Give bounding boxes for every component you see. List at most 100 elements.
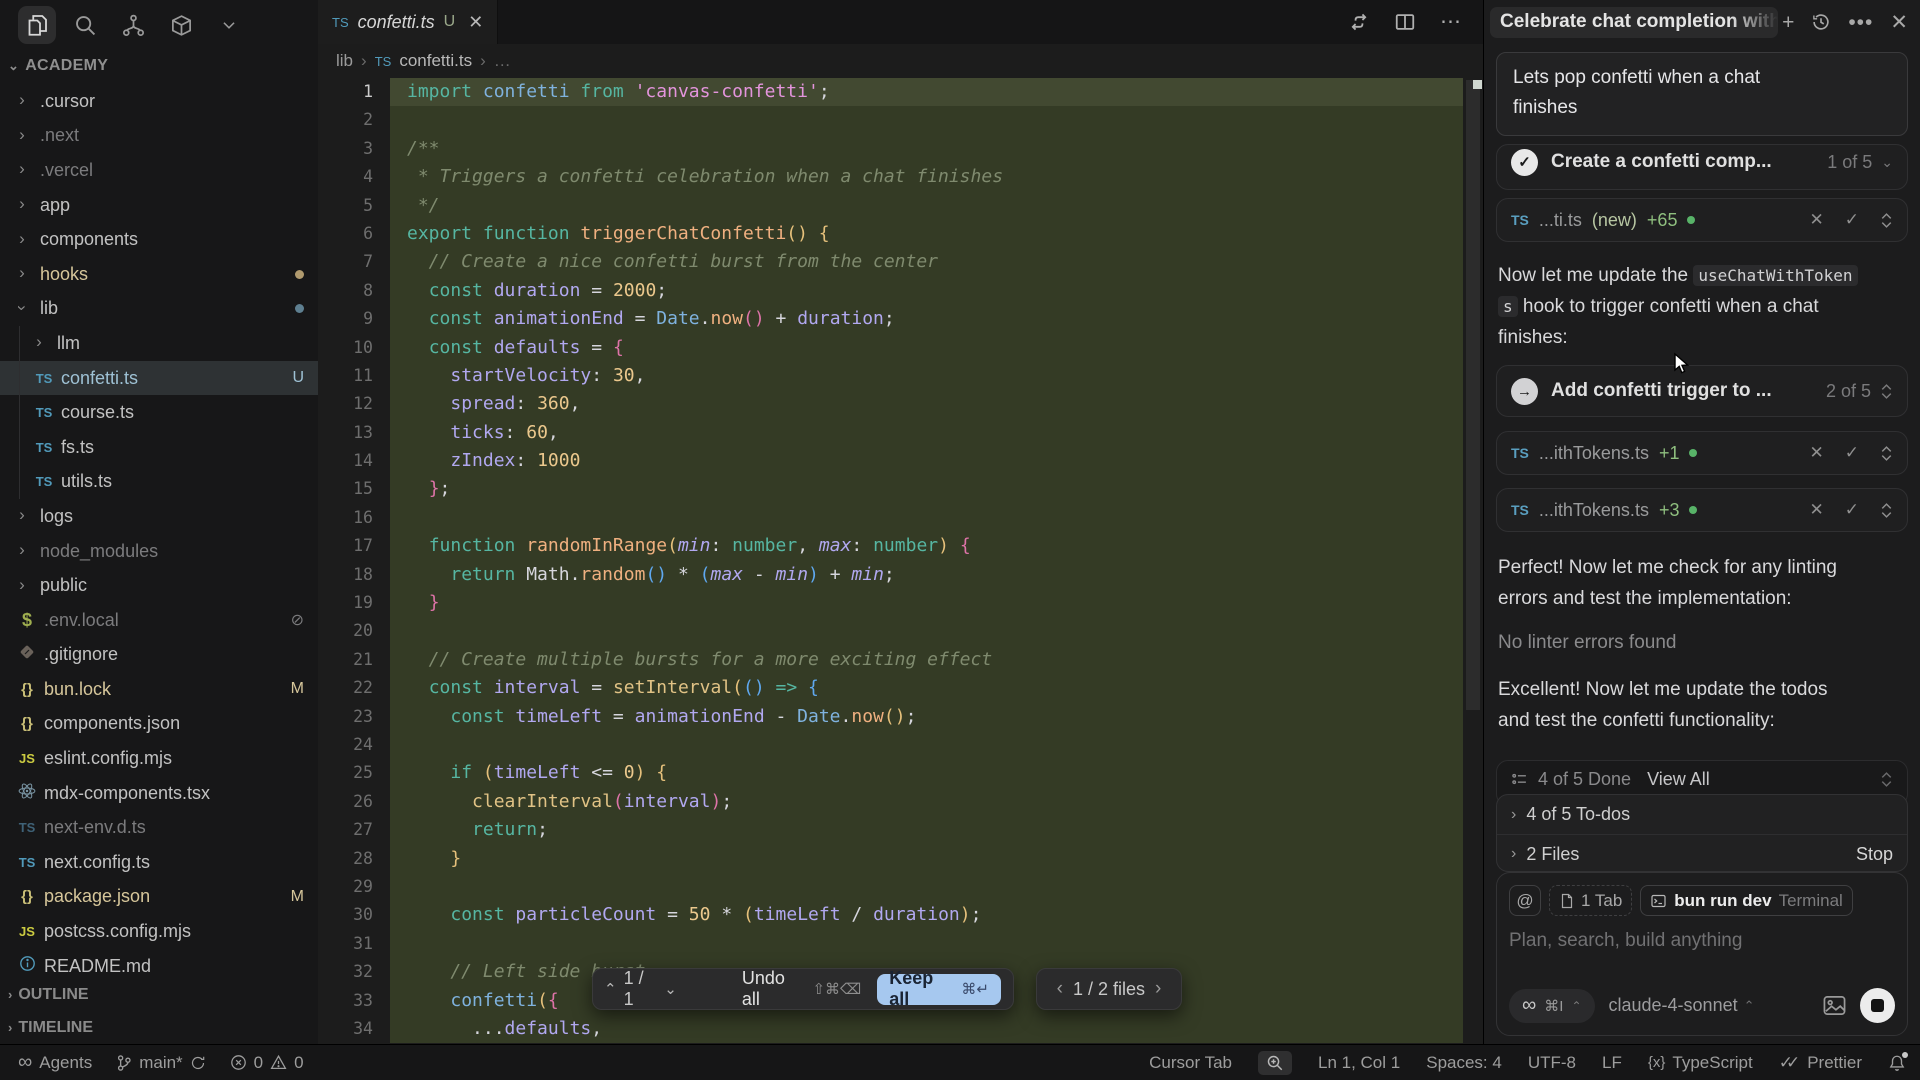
indentation-status[interactable]: Spaces: 4 (1426, 1053, 1502, 1073)
file-change-chip[interactable]: TS ...ti.ts (new) +65 ✕ ✓ (1496, 198, 1908, 242)
project-header[interactable]: ⌄ ACADEMY (0, 50, 318, 82)
accept-icon[interactable]: ✓ (1845, 500, 1859, 520)
close-icon[interactable]: ✕ (1890, 12, 1908, 33)
expand-icon[interactable] (1880, 383, 1893, 400)
extensions-icon[interactable] (162, 6, 200, 44)
todo-progress-card[interactable]: ✓ Create a confetti comp... 1 of 5 ⌄ (1496, 144, 1908, 190)
tree-item-components[interactable]: ›components (0, 222, 318, 257)
tree-item-mdx-components-tsx[interactable]: mdx-components.tsx (0, 776, 318, 811)
chevron-down-icon[interactable]: ⌄ (657, 980, 684, 998)
files-icon[interactable] (18, 6, 56, 44)
tree-item-components-json[interactable]: {}components.json (0, 707, 318, 742)
encoding-status[interactable]: UTF-8 (1528, 1053, 1576, 1073)
breadcrumb-folder[interactable]: lib (336, 51, 353, 71)
history-icon[interactable] (1811, 12, 1831, 32)
tree-item--next[interactable]: ›.next (0, 119, 318, 154)
close-icon[interactable]: ✕ (468, 12, 483, 33)
keep-all-label: Keep all (889, 968, 954, 1010)
source-control-icon[interactable] (114, 6, 152, 44)
cursor-position-status[interactable]: Ln 1, Col 1 (1318, 1053, 1400, 1073)
search-icon[interactable] (66, 6, 104, 44)
tree-item--vercel[interactable]: ›.vercel (0, 153, 318, 188)
tree-item-eslint-config-mjs[interactable]: JSeslint.config.mjs (0, 741, 318, 776)
chevron-right-icon[interactable]: › (1155, 978, 1161, 1000)
mention-button[interactable]: @ (1509, 885, 1541, 916)
tree-item--gitignore[interactable]: .gitignore (0, 638, 318, 673)
code-editor[interactable]: 1import confetti from 'canvas-confetti';… (318, 78, 1483, 1044)
todos-row[interactable]: › 4 of 5 To-dos (1497, 795, 1907, 834)
tree-item-package-json[interactable]: {}package.jsonM (0, 880, 318, 915)
accept-icon[interactable]: ✓ (1845, 210, 1859, 230)
reject-icon[interactable]: ✕ (1810, 210, 1824, 230)
accept-icon[interactable]: ✓ (1845, 443, 1859, 463)
sidebar-section-outline[interactable]: › OUTLINE (0, 978, 318, 1011)
reject-icon[interactable]: ✕ (1810, 443, 1824, 463)
expand-icon[interactable] (1880, 771, 1893, 788)
chat-input-box[interactable]: @ 1 Tab bun run dev Terminal Plan, searc… (1496, 872, 1908, 1036)
tree-item-llm[interactable]: ›llm (0, 326, 318, 361)
keep-all-button[interactable]: Keep all ⌘↵ (877, 974, 1001, 1005)
model-selector[interactable]: claude-4-sonnet ⌃ (1609, 995, 1755, 1016)
tree-item-bun-lock[interactable]: {}bun.lockM (0, 672, 318, 707)
code-text: return Math.random() * (max - min) + min… (390, 561, 1463, 589)
image-attach-icon[interactable] (1823, 995, 1846, 1016)
tree-item-utils-ts[interactable]: TSutils.ts (0, 465, 318, 500)
agents-status[interactable]: ∞ Agents (18, 1051, 92, 1074)
stop-button[interactable]: Stop (1856, 844, 1893, 865)
chat-input-placeholder[interactable]: Plan, search, build anything (1509, 930, 1895, 952)
more-icon[interactable]: ••• (1848, 12, 1873, 33)
expand-icon[interactable] (1880, 502, 1893, 519)
stop-generation-button[interactable] (1860, 988, 1895, 1023)
cursor-tab-status[interactable]: Cursor Tab (1149, 1053, 1232, 1073)
todo-progress-card[interactable]: → Add confetti trigger to ... 2 of 5 (1496, 365, 1908, 417)
tree-item-hooks[interactable]: ›hooks (0, 257, 318, 292)
chevron-up-icon[interactable]: ⌃ (597, 980, 624, 998)
eol-status[interactable]: LF (1602, 1053, 1622, 1073)
file-change-chip[interactable]: TS ...ithTokens.ts +3 ✕ ✓ (1496, 488, 1908, 532)
chevron-down-icon[interactable]: ⌄ (1881, 154, 1893, 171)
notifications-bell-icon[interactable] (1888, 1054, 1906, 1072)
undo-all-button[interactable]: Undo all (742, 968, 806, 1010)
tree-item-node-modules[interactable]: ›node_modules (0, 534, 318, 569)
tree-item-course-ts[interactable]: TScourse.ts (0, 395, 318, 430)
breadcrumb[interactable]: lib › TS confetti.ts › … (318, 44, 1483, 78)
tree-item-confetti-ts[interactable]: TSconfetti.tsU (0, 361, 318, 396)
tab-context-chip[interactable]: 1 Tab (1549, 885, 1632, 916)
breadcrumb-file[interactable]: confetti.ts (399, 51, 472, 71)
tree-item-next-config-ts[interactable]: TSnext.config.ts (0, 845, 318, 880)
terminal-context-chip[interactable]: bun run dev Terminal (1640, 885, 1853, 916)
scrollbar-thumb[interactable] (1466, 80, 1480, 710)
tree-item-lib[interactable]: ›lib (0, 292, 318, 327)
language-status[interactable]: {x} TypeScript (1648, 1053, 1753, 1073)
file-change-chip[interactable]: TS ...ithTokens.ts +1 ✕ ✓ (1496, 431, 1908, 475)
sidebar-section-timeline[interactable]: › TIMELINE (0, 1011, 318, 1044)
tree-item-fs-ts[interactable]: TSfs.ts (0, 430, 318, 465)
expand-icon[interactable] (1880, 445, 1893, 462)
chevron-left-icon[interactable]: ‹ (1057, 978, 1063, 1000)
formatter-status[interactable]: ✓✓ Prettier (1779, 1053, 1862, 1073)
breadcrumb-more[interactable]: … (494, 51, 511, 71)
indent-guide (19, 326, 20, 361)
files-row[interactable]: › 2 Files Stop (1497, 834, 1907, 873)
tree-item--env-local[interactable]: $.env.local⊘ (0, 603, 318, 638)
view-all-link[interactable]: View All (1647, 769, 1710, 790)
tree-item-logs[interactable]: ›logs (0, 499, 318, 534)
tree-item-postcss-config-mjs[interactable]: JSpostcss.config.mjs (0, 914, 318, 949)
chevron-down-icon[interactable] (210, 6, 248, 44)
tab-confetti-ts[interactable]: TS confetti.ts U ✕ (318, 0, 498, 44)
add-chat-icon[interactable]: + (1782, 12, 1794, 33)
chat-tab[interactable]: Celebrate chat completion with (1490, 7, 1778, 38)
zoom-status[interactable] (1258, 1051, 1292, 1075)
tree-item-public[interactable]: ›public (0, 568, 318, 603)
problems-status[interactable]: 0 0 (230, 1053, 304, 1073)
tree-item-app[interactable]: ›app (0, 188, 318, 223)
expand-icon[interactable] (1880, 212, 1893, 229)
tree-item--cursor[interactable]: ›.cursor (0, 84, 318, 119)
agent-mode-pill[interactable]: ∞ ⌘I ⌃ (1509, 989, 1595, 1023)
tree-item-next-env-d-ts[interactable]: TSnext-env.d.ts (0, 810, 318, 845)
editor-scrollbar[interactable] (1463, 78, 1483, 1044)
diff-compare-icon[interactable] (1348, 11, 1370, 33)
git-branch-status[interactable]: main* (116, 1053, 205, 1073)
reject-icon[interactable]: ✕ (1810, 500, 1824, 520)
split-editor-icon[interactable] (1394, 11, 1416, 33)
